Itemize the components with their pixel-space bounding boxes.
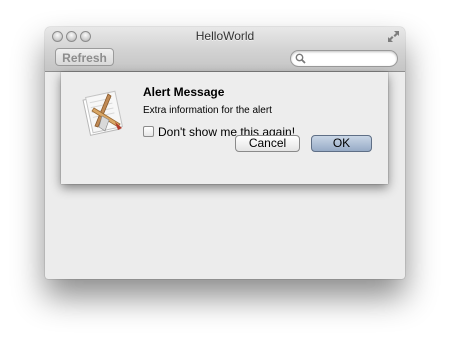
alert-informative-text: Extra information for the alert — [143, 105, 272, 116]
suppression-checkbox[interactable] — [143, 126, 154, 137]
refresh-button[interactable]: Refresh — [55, 48, 114, 66]
ok-button[interactable]: OK — [311, 135, 372, 152]
app-window: HelloWorld Refresh Alert Message Extra i… — [45, 27, 405, 279]
alert-title: Alert Message — [143, 85, 225, 99]
title-toolbar: HelloWorld Refresh — [45, 27, 405, 72]
window-title: HelloWorld — [195, 29, 255, 43]
app-icon — [82, 90, 124, 136]
search-input[interactable] — [307, 51, 393, 66]
alert-sheet: Alert Message Extra information for the … — [61, 72, 388, 184]
search-icon — [295, 53, 306, 64]
fullscreen-icon[interactable] — [387, 30, 400, 43]
cancel-button[interactable]: Cancel — [235, 135, 300, 152]
search-field[interactable] — [290, 50, 398, 67]
